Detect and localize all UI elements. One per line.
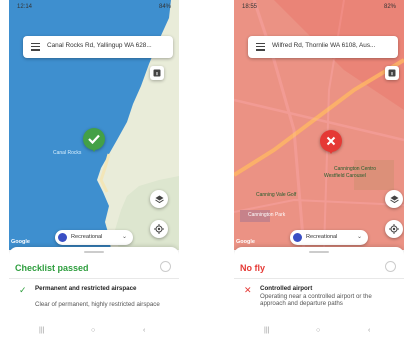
crosshair-icon (154, 224, 164, 234)
system-nav-bar: ||| ○ ‹ (234, 326, 404, 338)
sheet-handle[interactable] (84, 251, 104, 253)
battery-indicator: 84% (158, 4, 171, 10)
mode-label: Recreational (71, 234, 103, 240)
menu-icon[interactable] (256, 43, 265, 51)
poi-label: Canning Vale Golf (256, 192, 297, 198)
status-time: 18:55 (242, 4, 258, 10)
back-icon[interactable]: ‹ (143, 327, 145, 334)
cross-icon: ✕ (244, 285, 252, 295)
mode-selector[interactable]: Recreational ⌄ (55, 230, 133, 245)
address-text: Canal Rocks Rd, Yallingup WA 628... (47, 42, 152, 49)
map-info-button[interactable] (385, 66, 399, 80)
home-icon[interactable]: ○ (91, 327, 95, 334)
layers-button[interactable] (385, 190, 403, 208)
system-nav-bar: ||| ○ ‹ (9, 326, 179, 338)
recents-icon[interactable]: ||| (264, 327, 269, 334)
rule-description: Clear of permanent, highly restricted ai… (35, 301, 160, 308)
mode-label: Recreational (306, 234, 338, 240)
location-pin-pass[interactable] (83, 128, 105, 152)
location-pin-no-fly[interactable] (320, 130, 342, 154)
status-bar: 12:14 84% (9, 0, 179, 18)
status-time: 12:14 (17, 4, 33, 10)
chevron-down-icon: ⌄ (356, 234, 362, 240)
divider (9, 278, 179, 279)
result-title: No fly (240, 263, 266, 273)
recreational-icon (58, 233, 67, 242)
rule-description: Operating near a controlled airport or t… (260, 293, 372, 308)
recreational-icon (293, 233, 302, 242)
checkmark-icon (88, 134, 100, 144)
result-sheet[interactable]: Checklist passed ✓ Permanent and restric… (9, 247, 179, 338)
poi-label: Cannington Park (248, 212, 286, 218)
rule-title: Permanent and restricted airspace (35, 285, 137, 292)
divider (234, 278, 404, 279)
layers-button[interactable] (150, 190, 168, 208)
sheet-handle[interactable] (309, 251, 329, 253)
back-icon[interactable]: ‹ (368, 327, 370, 334)
map-view[interactable]: 12:14 84% Canal Rocks Rd, Yallingup WA 6… (9, 0, 179, 250)
info-icon (388, 69, 396, 77)
result-sheet[interactable]: No fly ✕ Controlled airport Operating ne… (234, 247, 404, 338)
map-view[interactable]: 18:55 82% Wilfred Rd, Thornlie WA 6108, … (234, 0, 404, 250)
battery-indicator: 82% (383, 4, 396, 10)
result-title: Checklist passed (15, 263, 89, 273)
google-logo: Google (236, 239, 255, 245)
left-phone-screen: 12:14 84% Canal Rocks Rd, Yallingup WA 6… (9, 0, 179, 338)
google-logo: Google (11, 239, 30, 245)
mode-selector[interactable]: Recreational ⌄ (290, 230, 368, 245)
right-phone-screen: 18:55 82% Wilfred Rd, Thornlie WA 6108, … (234, 0, 404, 338)
info-icon[interactable] (160, 261, 171, 272)
crosshair-icon (389, 224, 399, 234)
chevron-down-icon: ⌄ (121, 234, 127, 240)
my-location-button[interactable] (385, 220, 403, 238)
recents-icon[interactable]: ||| (39, 327, 44, 334)
layers-icon (389, 195, 399, 203)
check-icon: ✓ (19, 285, 27, 295)
close-icon (326, 136, 336, 146)
place-label: Canal Rocks (53, 150, 82, 156)
map-info-button[interactable] (150, 66, 164, 80)
my-location-button[interactable] (150, 220, 168, 238)
status-bar: 18:55 82% (234, 0, 404, 18)
poi-label: Cannington Centro (334, 166, 376, 172)
rule-title: Controlled airport (260, 285, 313, 292)
poi-label: Westfield Carousel (324, 173, 366, 179)
layers-icon (154, 195, 164, 203)
menu-icon[interactable] (31, 43, 40, 51)
home-icon[interactable]: ○ (316, 327, 320, 334)
info-icon (153, 69, 161, 77)
info-icon[interactable] (385, 261, 396, 272)
address-text: Wilfred Rd, Thornlie WA 6108, Aus... (272, 42, 376, 49)
location-search-bar[interactable]: Wilfred Rd, Thornlie WA 6108, Aus... (248, 36, 398, 58)
location-search-bar[interactable]: Canal Rocks Rd, Yallingup WA 628... (23, 36, 173, 58)
